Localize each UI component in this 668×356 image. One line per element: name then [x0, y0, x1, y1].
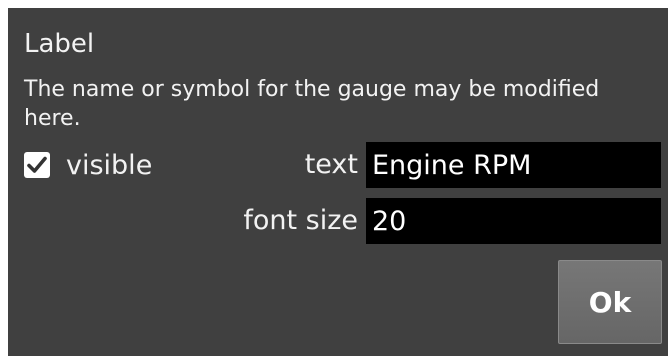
dialog-title: Label	[24, 29, 95, 59]
visible-label: visible	[66, 149, 153, 181]
label-dialog: Label The name or symbol for the gauge m…	[8, 8, 668, 356]
text-field-label: text	[304, 149, 358, 180]
ok-button[interactable]: Ok	[558, 260, 662, 344]
visible-checkbox-row[interactable]: visible	[24, 148, 152, 182]
visible-checkbox[interactable]	[24, 152, 50, 178]
font-size-input[interactable]	[366, 198, 661, 244]
checkmark-icon	[27, 156, 47, 173]
dialog-description: The name or symbol for the gauge may be …	[24, 77, 600, 131]
text-input[interactable]	[366, 142, 661, 188]
font-size-field-label: font size	[243, 205, 358, 236]
